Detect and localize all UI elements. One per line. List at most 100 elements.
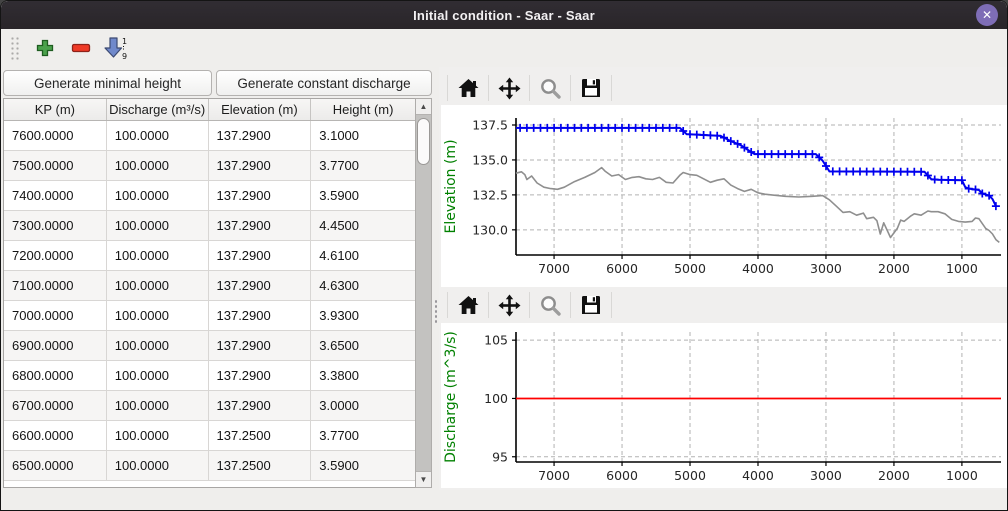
cell-discharge[interactable]: 100.0000 xyxy=(107,451,209,481)
svg-text:130.0: 130.0 xyxy=(472,222,508,237)
table-row[interactable]: 7100.0000 100.0000 137.2900 4.6300 xyxy=(4,271,415,301)
column-header-kp[interactable]: KP (m) xyxy=(4,99,107,120)
table-row[interactable]: 7600.0000 100.0000 137.2900 3.1000 xyxy=(4,121,415,151)
column-header-height[interactable]: Height (m) xyxy=(311,99,415,120)
cell-kp[interactable]: 7500.0000 xyxy=(4,151,107,181)
cell-height[interactable]: 3.5900 xyxy=(311,451,415,481)
discharge-plot-canvas[interactable]: 700060005000400030002000100095100105Disc… xyxy=(441,323,1007,488)
cell-height[interactable]: 4.6300 xyxy=(311,271,415,301)
cell-kp[interactable]: 6600.0000 xyxy=(4,421,107,451)
table-row[interactable]: 6700.0000 100.0000 137.2900 3.0000 xyxy=(4,391,415,421)
cell-discharge[interactable]: 100.0000 xyxy=(107,271,209,301)
scroll-up-button[interactable]: ▲ xyxy=(416,99,431,115)
table-row[interactable]: 7200.0000 100.0000 137.2900 4.6100 xyxy=(4,241,415,271)
cell-discharge[interactable]: 100.0000 xyxy=(107,151,209,181)
cell-height[interactable]: 3.5900 xyxy=(311,181,415,211)
add-row-button[interactable] xyxy=(27,33,63,63)
cell-height[interactable]: 3.1000 xyxy=(311,121,415,151)
svg-text:100: 100 xyxy=(484,391,508,406)
table-row[interactable]: 7300.0000 100.0000 137.2900 4.4500 xyxy=(4,211,415,241)
plot1-home-button[interactable] xyxy=(452,73,484,103)
scroll-up-icon: ▲ xyxy=(420,102,428,111)
cell-height[interactable]: 4.6100 xyxy=(311,241,415,271)
cell-elevation[interactable]: 137.2900 xyxy=(209,211,312,241)
cell-height[interactable]: 3.0000 xyxy=(311,391,415,421)
cell-kp[interactable]: 7100.0000 xyxy=(4,271,107,301)
cell-kp[interactable]: 7300.0000 xyxy=(4,211,107,241)
cell-discharge[interactable]: 100.0000 xyxy=(107,181,209,211)
elevation-plot-canvas[interactable]: 7000600050004000300020001000130.0132.513… xyxy=(441,105,1007,287)
cell-kp[interactable]: 6500.0000 xyxy=(4,451,107,481)
cell-elevation[interactable]: 137.2900 xyxy=(209,271,312,301)
home-icon xyxy=(457,294,480,316)
cell-height[interactable]: 3.6500 xyxy=(311,331,415,361)
plot2-save-button[interactable] xyxy=(575,290,607,320)
magnifier-icon xyxy=(539,77,562,100)
close-button[interactable]: ✕ xyxy=(976,4,998,26)
cell-height[interactable]: 3.7700 xyxy=(311,421,415,451)
cell-elevation[interactable]: 137.2500 xyxy=(209,421,312,451)
plots-panel: 7000600050004000300020001000130.0132.513… xyxy=(439,67,1007,490)
remove-row-button[interactable] xyxy=(63,33,99,63)
svg-text:1000: 1000 xyxy=(946,468,978,483)
cell-discharge[interactable]: 100.0000 xyxy=(107,211,209,241)
titlebar[interactable]: Initial condition - Saar - Saar ✕ xyxy=(1,1,1007,29)
table-row[interactable]: 7500.0000 100.0000 137.2900 3.7700 xyxy=(4,151,415,181)
toolbar-grip-handle[interactable] xyxy=(9,35,19,61)
table-row[interactable]: 6800.0000 100.0000 137.2900 3.3800 xyxy=(4,361,415,391)
splitter-grip-icon xyxy=(434,299,438,323)
generate-constant-discharge-button[interactable]: Generate constant discharge xyxy=(216,70,432,96)
scroll-down-button[interactable]: ▼ xyxy=(416,471,431,487)
plot2-zoom-button[interactable] xyxy=(534,290,566,320)
cell-discharge[interactable]: 100.0000 xyxy=(107,241,209,271)
cell-kp[interactable]: 7200.0000 xyxy=(4,241,107,271)
svg-text:4000: 4000 xyxy=(742,468,774,483)
cell-discharge[interactable]: 100.0000 xyxy=(107,361,209,391)
main-toolbar: 1 9 xyxy=(1,29,1007,67)
table-row[interactable]: 7400.0000 100.0000 137.2900 3.5900 xyxy=(4,181,415,211)
cell-elevation[interactable]: 137.2900 xyxy=(209,331,312,361)
generate-minimal-height-button[interactable]: Generate minimal height xyxy=(3,70,212,96)
column-header-discharge[interactable]: Discharge (m³/s) xyxy=(107,99,209,120)
cell-kp[interactable]: 7400.0000 xyxy=(4,181,107,211)
svg-text:2000: 2000 xyxy=(878,468,910,483)
table-row[interactable]: 6600.0000 100.0000 137.2500 3.7700 xyxy=(4,421,415,451)
cell-discharge[interactable]: 100.0000 xyxy=(107,421,209,451)
plot1-zoom-button[interactable] xyxy=(534,73,566,103)
plot1-pan-button[interactable] xyxy=(493,73,525,103)
cell-kp[interactable]: 7600.0000 xyxy=(4,121,107,151)
cell-elevation[interactable]: 137.2900 xyxy=(209,361,312,391)
cell-elevation[interactable]: 137.2900 xyxy=(209,121,312,151)
plot2-pan-button[interactable] xyxy=(493,290,525,320)
cell-discharge[interactable]: 100.0000 xyxy=(107,301,209,331)
cell-kp[interactable]: 6800.0000 xyxy=(4,361,107,391)
cell-height[interactable]: 3.7700 xyxy=(311,151,415,181)
cell-kp[interactable]: 7000.0000 xyxy=(4,301,107,331)
plot2-home-button[interactable] xyxy=(452,290,484,320)
scrollbar-thumb[interactable] xyxy=(417,118,430,165)
cell-height[interactable]: 3.3800 xyxy=(311,361,415,391)
cell-discharge[interactable]: 100.0000 xyxy=(107,331,209,361)
cell-elevation[interactable]: 137.2900 xyxy=(209,181,312,211)
table-row[interactable]: 6500.0000 100.0000 137.2500 3.5900 xyxy=(4,451,415,481)
close-icon: ✕ xyxy=(982,8,992,22)
column-header-elevation[interactable]: Elevation (m) xyxy=(209,99,312,120)
svg-text:4000: 4000 xyxy=(742,261,774,276)
table-scrollbar[interactable]: ▲ ▼ xyxy=(415,98,432,488)
cell-discharge[interactable]: 100.0000 xyxy=(107,391,209,421)
table-row[interactable]: 7000.0000 100.0000 137.2900 3.9300 xyxy=(4,301,415,331)
cell-height[interactable]: 3.9300 xyxy=(311,301,415,331)
cell-elevation[interactable]: 137.2500 xyxy=(209,451,312,481)
cell-kp[interactable]: 6900.0000 xyxy=(4,331,107,361)
cell-elevation[interactable]: 137.2900 xyxy=(209,301,312,331)
cell-elevation[interactable]: 137.2900 xyxy=(209,391,312,421)
sort-button[interactable]: 1 9 xyxy=(99,33,135,63)
cell-elevation[interactable]: 137.2900 xyxy=(209,241,312,271)
cell-height[interactable]: 4.4500 xyxy=(311,211,415,241)
plot1-save-button[interactable] xyxy=(575,73,607,103)
cell-elevation[interactable]: 137.2900 xyxy=(209,151,312,181)
cell-kp[interactable]: 6700.0000 xyxy=(4,391,107,421)
cell-discharge[interactable]: 100.0000 xyxy=(107,121,209,151)
table-row[interactable]: 6900.0000 100.0000 137.2900 3.6500 xyxy=(4,331,415,361)
svg-text:95: 95 xyxy=(492,449,508,464)
